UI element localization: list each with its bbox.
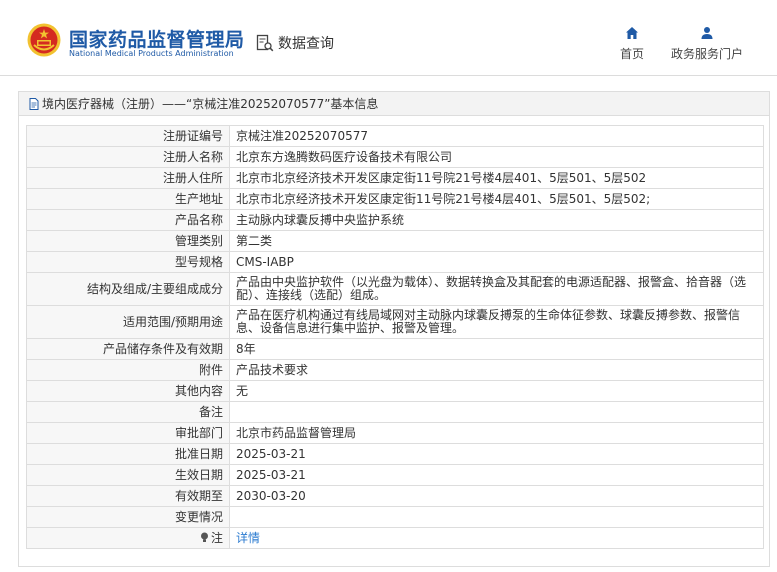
table-row: 批准日期 2025-03-21 xyxy=(26,443,764,465)
field-label: 结构及组成/主要组成成分 xyxy=(26,272,230,306)
table-row: 备注 xyxy=(26,401,764,423)
table-row: 变更情况 xyxy=(26,506,764,528)
table-row: 管理类别 第二类 xyxy=(26,230,764,252)
table-row: 附件 产品技术要求 xyxy=(26,359,764,381)
field-label: 注册证编号 xyxy=(26,125,230,147)
table-row: 其他内容无 xyxy=(26,380,764,402)
table-row: 生产地址 北京市北京经济技术开发区康定街11号院21号楼4层401、5层501、5… xyxy=(26,188,764,210)
field-label: 备注 xyxy=(26,401,230,423)
user-icon xyxy=(701,27,713,39)
registration-info-panel: 境内医疗器械（注册）——“京械注准20252070577”基本信息 注册证编号京… xyxy=(18,91,770,567)
field-label: 审批部门 xyxy=(26,422,230,444)
site-header: 国家药品监督管理局 National Medical Products Admi… xyxy=(0,0,777,76)
field-value: CMS-IABP xyxy=(229,251,764,273)
field-label: 其他内容 xyxy=(26,380,230,402)
note-label: 注 xyxy=(210,530,223,545)
data-query-label: 数据查询 xyxy=(278,36,334,52)
field-value: 京械注准20252070577 xyxy=(229,125,764,147)
field-value: 主动脉内球囊反搏中央监护系统 xyxy=(229,209,764,231)
field-label: 批准日期 xyxy=(26,443,230,465)
home-icon xyxy=(626,27,638,39)
table-row: 产品名称 主动脉内球囊反搏中央监护系统 xyxy=(26,209,764,231)
field-label: 注册人名称 xyxy=(26,146,230,168)
nav-service-portal[interactable]: 政务服务门户 xyxy=(671,26,743,62)
field-value: 2030-03-20 xyxy=(229,485,764,507)
note-label-cell: 注 xyxy=(26,527,230,549)
table-row: 注册人住所 北京市北京经济技术开发区康定街11号院21号楼4层401、5层501、… xyxy=(26,167,764,189)
field-label: 注册人住所 xyxy=(26,167,230,189)
field-label: 变更情况 xyxy=(26,506,230,528)
panel-title-text: 境内医疗器械（注册）——“京械注准20252070577”基本信息 xyxy=(42,97,379,111)
field-label: 生产地址 xyxy=(26,188,230,210)
table-row: 产品储存条件及有效期 8年 xyxy=(26,338,764,360)
search-document-icon xyxy=(256,34,274,52)
field-value: 8年 xyxy=(229,338,764,360)
field-value: 2025-03-21 xyxy=(229,464,764,486)
field-value xyxy=(229,506,764,528)
field-label: 管理类别 xyxy=(26,230,230,252)
field-value: 北京市北京经济技术开发区康定街11号院21号楼4层401、5层501、5层502… xyxy=(229,188,764,210)
brand-name-cn: 国家药品监督管理局 xyxy=(69,29,245,51)
nav-home-label: 首页 xyxy=(619,47,644,61)
panel-title: 境内医疗器械（注册）——“京械注准20252070577”基本信息 xyxy=(19,92,769,116)
field-label: 生效日期 xyxy=(26,464,230,486)
field-value: 第二类 xyxy=(229,230,764,252)
table-row: 注册人名称 北京东方逸腾数码医疗设备技术有限公司 xyxy=(26,146,764,168)
field-value: 产品在医疗机构通过有线局域网对主动脉内球囊反搏泵的生命体征参数、球囊反搏参数、报… xyxy=(229,305,764,339)
field-value: 产品技术要求 xyxy=(229,359,764,381)
detail-link[interactable]: 详情 xyxy=(236,531,260,545)
table-row: 结构及组成/主要组成成分 产品由中央监护软件（以光盘为载体）、数据转换盒及其配套的… xyxy=(26,272,764,306)
national-emblem-icon xyxy=(27,23,61,57)
data-query-link[interactable]: 数据查询 xyxy=(256,33,334,53)
field-label: 附件 xyxy=(26,359,230,381)
field-value: 2025-03-21 xyxy=(229,443,764,465)
note-value-cell: 详情 xyxy=(229,527,764,549)
lightbulb-icon xyxy=(200,532,208,542)
table-row: 型号规格 CMS-IABP xyxy=(26,251,764,273)
field-label: 型号规格 xyxy=(26,251,230,273)
field-label: 有效期至 xyxy=(26,485,230,507)
table-row: 注册证编号 京械注准20252070577 xyxy=(26,125,764,147)
field-value: 北京市药品监督管理局 xyxy=(229,422,764,444)
field-value xyxy=(229,401,764,423)
field-label: 适用范围/预期用途 xyxy=(26,305,230,339)
brand-name-en: National Medical Products Administration xyxy=(69,49,234,58)
field-value: 无 xyxy=(229,380,764,402)
field-value: 产品由中央监护软件（以光盘为载体）、数据转换盒及其配套的电源适配器、报警盒、拾音… xyxy=(229,272,764,306)
field-value: 北京市北京经济技术开发区康定街11号院21号楼4层401、5层501、5层502 xyxy=(229,167,764,189)
field-label: 产品储存条件及有效期 xyxy=(26,338,230,360)
table-row-note: 注详情 xyxy=(26,527,764,549)
field-value: 北京东方逸腾数码医疗设备技术有限公司 xyxy=(229,146,764,168)
nav-portal-label: 政务服务门户 xyxy=(671,47,744,61)
table-row: 有效期至 2030-03-20 xyxy=(26,485,764,507)
table-row: 审批部门 北京市药品监督管理局 xyxy=(26,422,764,444)
field-label: 产品名称 xyxy=(26,209,230,231)
registration-info-table: 注册证编号 京械注准20252070577 注册人名称 北京东方逸腾数码医疗设备技术有… xyxy=(26,125,764,549)
document-icon xyxy=(29,97,39,110)
table-row: 生效日期 2025-03-21 xyxy=(26,464,764,486)
table-row: 适用范围/预期用途 产品在医疗机构通过有线局域网对主动脉内球囊反搏泵的生命体征参数… xyxy=(26,305,764,339)
nav-home[interactable]: 首页 xyxy=(619,26,645,62)
